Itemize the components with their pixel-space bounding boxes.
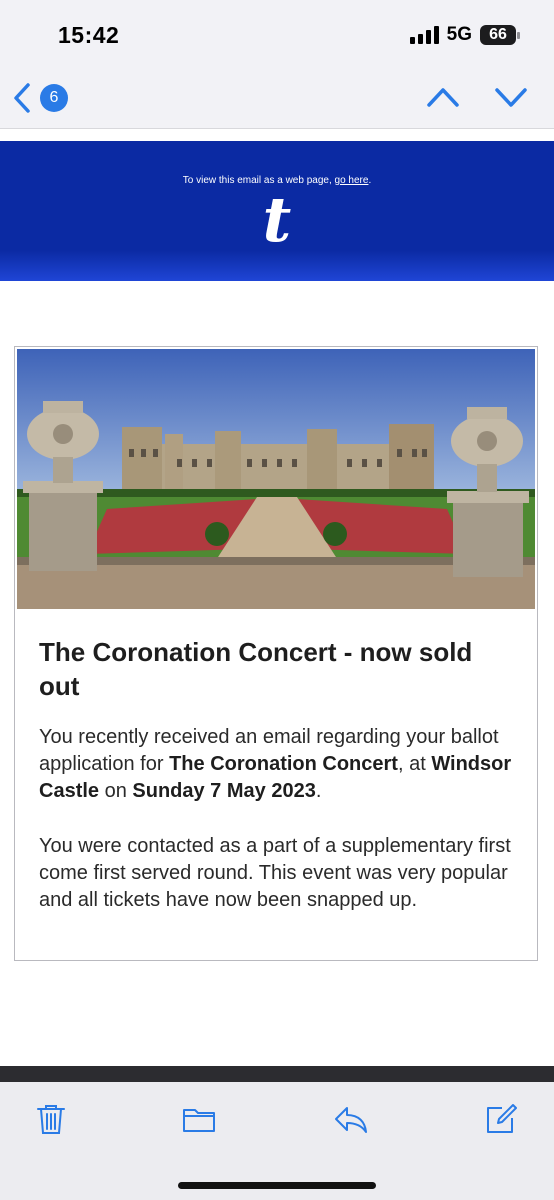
event-card: The Coronation Concert - now sold out Yo… <box>14 346 538 961</box>
signal-icon <box>409 26 439 44</box>
go-here-link[interactable]: go here <box>335 175 369 186</box>
email-header-banner: To view this email as a web page, go her… <box>0 141 554 281</box>
trash-icon[interactable] <box>34 1102 68 1136</box>
email-body: To view this email as a web page, go her… <box>0 129 554 1066</box>
chevron-left-icon <box>14 83 30 113</box>
event-name: The Coronation Concert <box>169 753 398 775</box>
p1-text-c: on <box>99 780 133 802</box>
toolbar-divider <box>0 1066 554 1082</box>
sold-out-paragraph: You were contacted as a part of a supple… <box>39 835 511 911</box>
mail-nav-bar: 6 <box>0 70 554 129</box>
previous-message-chevron-up-icon[interactable] <box>426 84 460 110</box>
network-type: 5G <box>446 24 472 45</box>
webpage-prefix: To view this email as a web page, <box>182 175 335 186</box>
folder-icon[interactable] <box>182 1102 216 1136</box>
webpage-suffix: . <box>368 175 372 186</box>
ticketmaster-logo: t <box>262 183 292 256</box>
status-indicators: 5G 66 <box>409 24 520 46</box>
compose-icon[interactable] <box>484 1102 518 1136</box>
status-bar: 15:42 5G 66 <box>0 0 554 70</box>
unread-count-badge: 6 <box>40 84 68 112</box>
event-date: Sunday 7 May 2023 <box>132 780 316 802</box>
ballot-paragraph: You recently received an email regarding… <box>39 724 519 805</box>
back-button[interactable]: 6 <box>12 82 68 114</box>
status-time: 15:42 <box>58 22 120 48</box>
reply-icon[interactable] <box>334 1102 368 1136</box>
next-message-chevron-down-icon[interactable] <box>494 84 528 110</box>
card-title: The Coronation Concert - now sold out <box>39 637 473 701</box>
home-indicator[interactable] <box>178 1182 376 1189</box>
battery-icon: 66 <box>480 25 520 45</box>
battery-level: 66 <box>489 26 507 43</box>
windsor-castle-image <box>17 349 535 609</box>
p1-text-b: , at <box>397 753 432 775</box>
p1-text-d: . <box>315 780 322 802</box>
